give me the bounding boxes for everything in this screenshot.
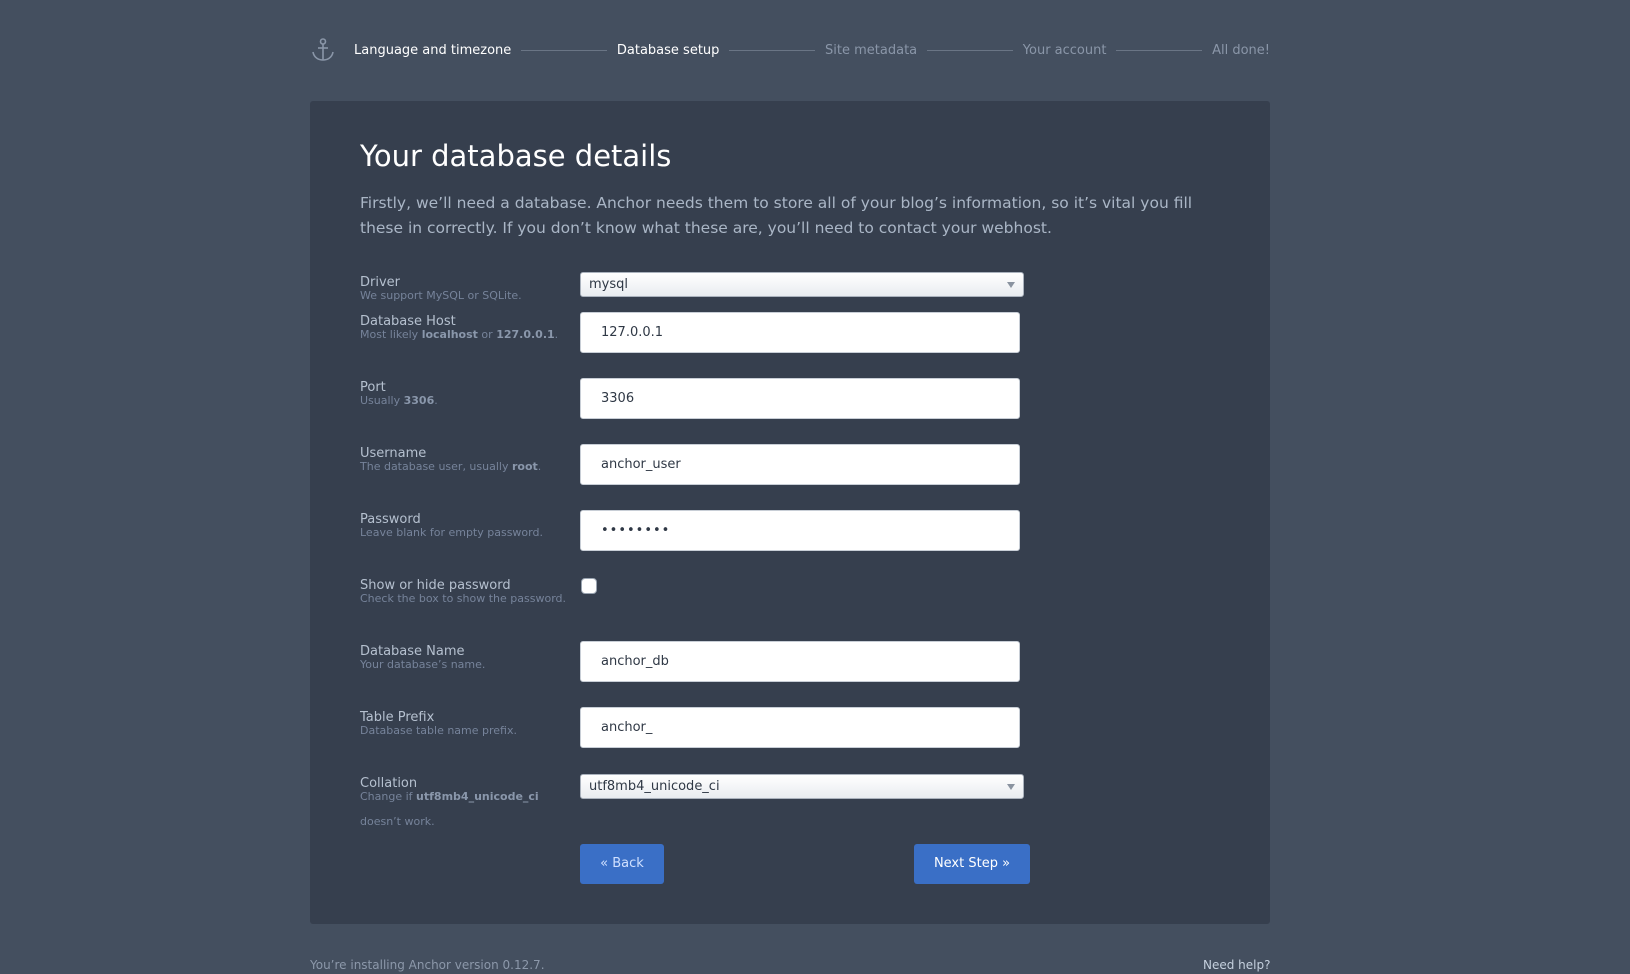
step-divider <box>927 49 1013 51</box>
step-your-account: Your account <box>1022 42 1107 58</box>
table-prefix-input[interactable]: anchor_ <box>580 707 1020 748</box>
show-password-checkbox[interactable] <box>581 578 597 594</box>
step-database-setup: Database setup <box>616 42 720 58</box>
port-input[interactable]: 3306 <box>580 378 1020 419</box>
chevron-down-icon <box>1007 282 1015 288</box>
database-name-hint: Your database’s name. <box>360 658 486 671</box>
anchor-icon <box>312 38 334 61</box>
driver-select-value: mysql <box>589 277 628 292</box>
page-title: Your database details <box>360 139 672 173</box>
host-input[interactable]: 127.0.0.1 <box>580 312 1020 353</box>
password-hint: Leave blank for empty password. <box>360 526 543 539</box>
driver-select[interactable]: mysql <box>580 272 1024 297</box>
password-input[interactable]: •••••••• <box>580 510 1020 551</box>
collation-select[interactable]: utf8mb4_unicode_ci <box>580 774 1024 799</box>
next-step-button[interactable]: Next Step » <box>914 844 1030 884</box>
step-divider <box>521 49 607 51</box>
intro-text: Firstly, we’ll need a database. Anchor n… <box>360 194 1193 237</box>
username-input[interactable]: anchor_user <box>580 444 1020 485</box>
chevron-down-icon <box>1007 784 1015 790</box>
port-hint: Usually 3306. <box>360 394 438 407</box>
table-prefix-hint: Database table name prefix. <box>360 724 517 737</box>
database-form-panel: Your database details Firstly, we’ll nee… <box>310 101 1270 924</box>
database-name-input[interactable]: anchor_db <box>580 641 1020 682</box>
need-help-link[interactable]: Need help? <box>1203 958 1270 972</box>
step-navigation: Language and timezone Database setup Sit… <box>310 34 1270 66</box>
step-site-metadata: Site metadata <box>825 42 918 58</box>
show-password-hint: Check the box to show the password. <box>360 592 566 605</box>
collation-select-value: utf8mb4_unicode_ci <box>589 779 720 794</box>
step-language-timezone: Language and timezone <box>354 42 512 58</box>
step-all-done: All done! <box>1212 42 1270 58</box>
version-note: You’re installing Anchor version 0.12.7. <box>310 958 545 972</box>
step-divider <box>1116 49 1203 51</box>
back-button[interactable]: « Back <box>580 844 664 884</box>
step-divider <box>729 49 816 51</box>
driver-hint: We support MySQL or SQLite. <box>360 289 522 302</box>
host-hint: Most likely localhost or 127.0.0.1. <box>360 328 559 341</box>
username-hint: The database user, usually root. <box>360 460 542 473</box>
collation-hint: Change if utf8mb4_unicode_ci doesn’t work… <box>360 790 539 828</box>
